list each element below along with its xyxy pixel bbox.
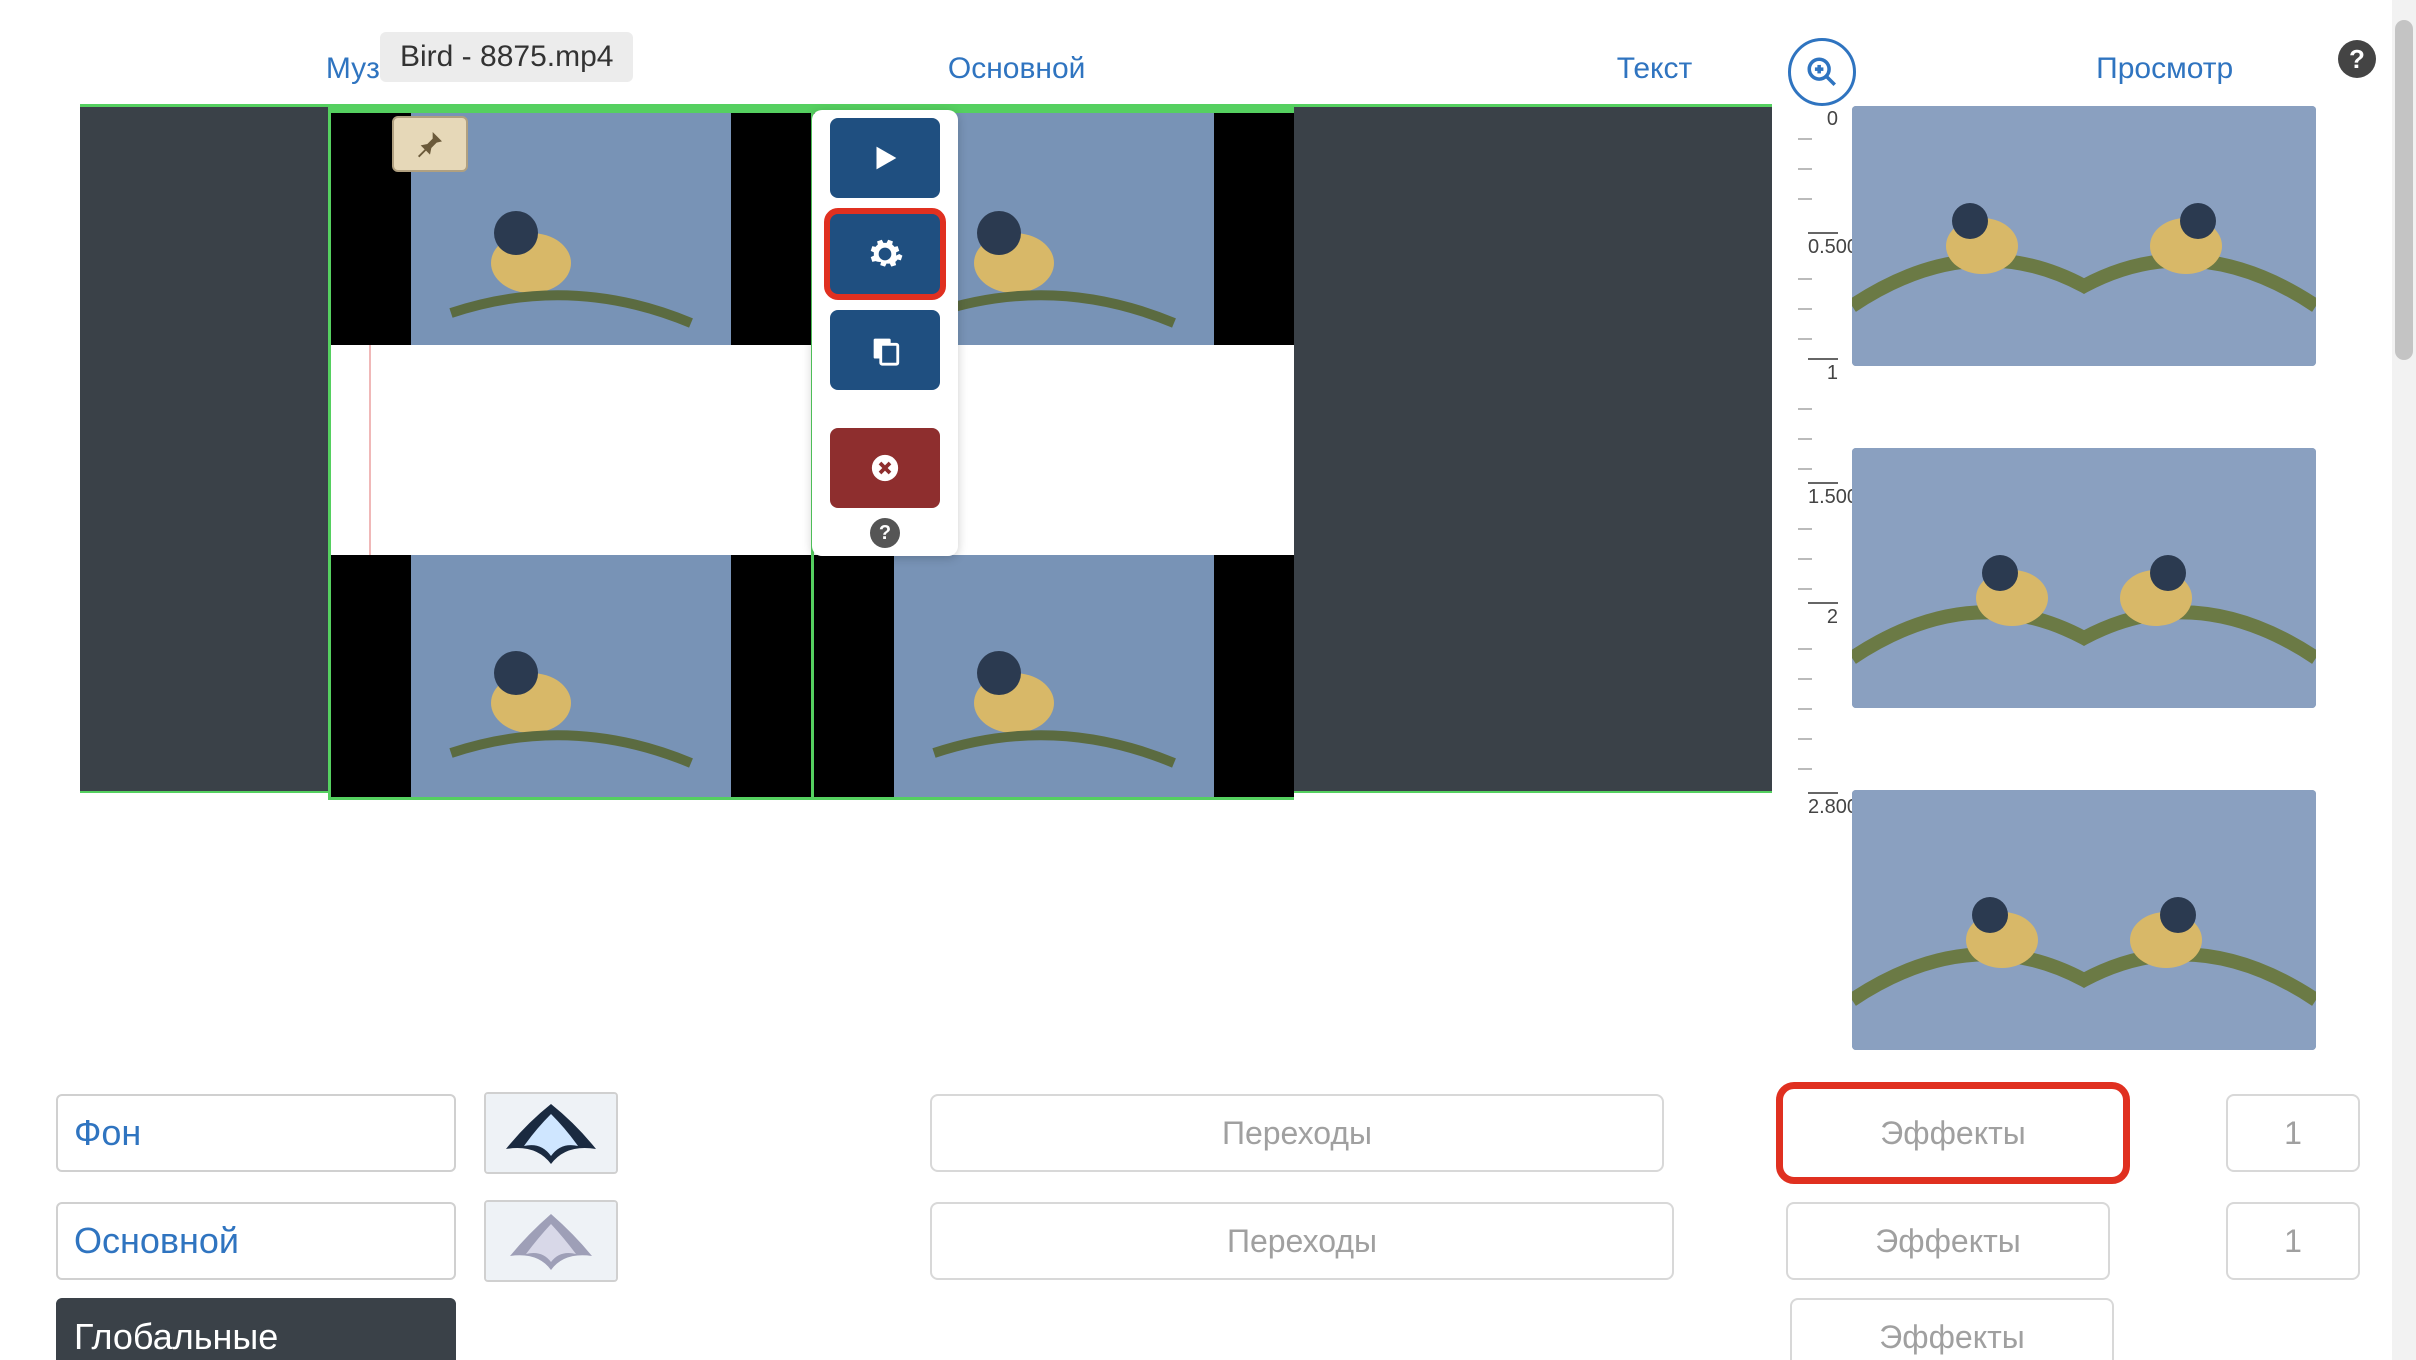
clip-filename-chip: Bird - 8875.mp4 — [380, 32, 633, 82]
help-button[interactable]: ? — [2338, 40, 2376, 78]
track-thumb-main[interactable] — [484, 1200, 618, 1282]
preview-frame-1[interactable] — [1852, 106, 2316, 366]
tab-preview[interactable]: Просмотр — [1973, 42, 2356, 96]
ruler-tick: 1 — [1808, 358, 1838, 385]
tab-text[interactable]: Текст — [1336, 42, 1974, 96]
effects-count-main: 1 — [2226, 1202, 2360, 1280]
copy-icon — [868, 333, 902, 367]
clip-1[interactable] — [328, 107, 814, 800]
clip-settings-button[interactable] — [824, 208, 946, 300]
gear-icon — [866, 235, 904, 273]
pin-icon — [414, 128, 446, 160]
play-clip-button[interactable] — [830, 118, 940, 198]
effects-button-main[interactable]: Эффекты — [1786, 1202, 2110, 1280]
track-row-global: Глобальные Эффекты — [56, 1298, 2360, 1360]
ruler-tick: 0.500 — [1808, 232, 1838, 259]
ruler-tick: 2.800 — [1808, 792, 1838, 819]
timeline-empty-left — [80, 107, 328, 791]
preview-frame-3[interactable] — [1852, 790, 2316, 1050]
track-thumb-bg[interactable] — [484, 1092, 618, 1174]
help-icon: ? — [2349, 44, 2365, 75]
tracks-panel: Фон Переходы Эффекты 1 Основной — [56, 1082, 2360, 1360]
vertical-scrollbar[interactable] — [2392, 0, 2416, 1360]
track-label-main[interactable]: Основной — [56, 1202, 456, 1280]
effects-button-global[interactable]: Эффекты — [1790, 1298, 2114, 1360]
help-icon: ? — [879, 522, 891, 545]
track-label-bg[interactable]: Фон — [56, 1094, 456, 1172]
clip-actions-popover: ? — [812, 110, 958, 556]
play-icon — [868, 141, 902, 175]
transitions-button-main[interactable]: Переходы — [930, 1202, 1674, 1280]
ruler-tick: 0 — [1827, 108, 1838, 131]
duplicate-clip-button[interactable] — [830, 310, 940, 390]
track-row-main: Основной Переходы Эффекты 1 — [56, 1200, 2360, 1282]
effects-button-bg[interactable]: Эффекты — [1776, 1082, 2130, 1184]
pin-clip-button[interactable] — [392, 116, 468, 172]
close-icon — [870, 453, 900, 483]
track-row-bg: Фон Переходы Эффекты 1 — [56, 1082, 2360, 1184]
scrollbar-thumb[interactable] — [2395, 20, 2413, 360]
ruler-tick: 2 — [1808, 602, 1838, 629]
zoom-in-icon — [1805, 55, 1839, 89]
track-label-global[interactable]: Глобальные — [56, 1298, 456, 1360]
delete-clip-button[interactable] — [830, 428, 940, 508]
preview-column — [1852, 106, 2316, 1050]
popover-help-button[interactable]: ? — [870, 518, 900, 548]
transitions-button-bg[interactable]: Переходы — [930, 1094, 1664, 1172]
zoom-in-button[interactable] — [1788, 38, 1856, 106]
top-tabs: Музыка Основной Текст Просмотр — [0, 0, 2416, 96]
timeline-empty-right — [1294, 107, 1772, 791]
tab-main[interactable]: Основной — [698, 42, 1336, 96]
ruler-tick: 1.500 — [1808, 482, 1838, 509]
effects-count-bg: 1 — [2226, 1094, 2360, 1172]
preview-frame-2[interactable] — [1852, 448, 2316, 708]
